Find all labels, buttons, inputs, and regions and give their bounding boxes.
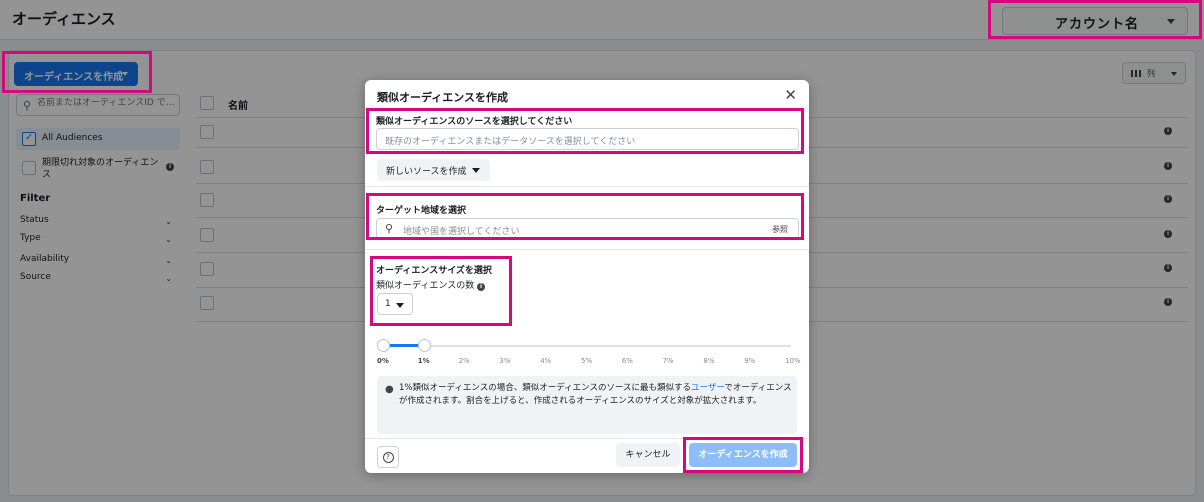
tip-box: ● 1%類似オーディエンスの場合、類似オーディエンスのソースに最も類似するユーザ… xyxy=(377,376,797,434)
size-section-label: オーディエンスサイズを選択 xyxy=(376,266,492,276)
slider-tick-label: 7% xyxy=(662,357,674,365)
slider-tick-label: 3% xyxy=(499,357,511,365)
slider-tick-label: 10% xyxy=(785,357,801,365)
close-icon[interactable]: ✕ xyxy=(784,86,797,104)
slider-tick-label: 5% xyxy=(581,357,593,365)
source-input[interactable]: 既存のオーディエンスまたはデータソースを選択してください xyxy=(376,128,799,150)
source-section-label: 類似オーディエンスのソースを選択してください xyxy=(376,117,573,127)
new-source-label: 新しいソースを作成 xyxy=(386,167,467,177)
slider-tick-label: 9% xyxy=(744,357,756,365)
location-section-label: ターゲット地域を選択 xyxy=(376,206,467,216)
size-slider-track[interactable] xyxy=(383,345,791,347)
modal-title: 類似オーディエンスを作成 xyxy=(377,91,509,104)
location-input[interactable]: ⚲ 地域や国を選択してください 参照 xyxy=(376,218,799,240)
count-value: 1 xyxy=(385,299,391,309)
browse-link[interactable]: 参照 xyxy=(772,224,788,235)
count-label-text: 類似オーディエンスの数 xyxy=(376,281,475,291)
tip-text-before: 1%類似オーディエンスの場合、類似オーディエンスのソースに最も類似する xyxy=(399,383,692,393)
slider-tick-label: 4% xyxy=(540,357,552,365)
create-lookalike-button[interactable]: オーディエンスを作成 xyxy=(689,443,797,467)
slider-end-handle[interactable] xyxy=(418,339,431,352)
slider-tick-label: 6% xyxy=(621,357,633,365)
slider-tick-label: 1% xyxy=(417,357,430,365)
new-source-button[interactable]: 新しいソースを作成 xyxy=(377,159,490,181)
lookalike-modal: 類似オーディエンスを作成 ✕ 類似オーディエンスのソースを選択してください 既存… xyxy=(365,80,809,473)
lightbulb-icon: ● xyxy=(385,384,394,395)
count-label: 類似オーディエンスの数 i xyxy=(376,278,486,291)
modal-divider xyxy=(365,186,809,187)
tip-link[interactable]: ユーザー xyxy=(691,383,724,393)
caret-down-icon xyxy=(396,303,404,308)
location-placeholder: 地域や国を選択してください xyxy=(403,227,520,237)
slider-tick-label: 8% xyxy=(703,357,715,365)
slider-start-handle[interactable] xyxy=(377,339,390,352)
cancel-button[interactable]: キャンセル xyxy=(616,443,680,467)
info-icon[interactable]: i xyxy=(477,283,486,291)
count-select[interactable]: 1 xyxy=(377,293,413,315)
question-icon: ? xyxy=(382,452,394,463)
slider-tick-label: 0% xyxy=(377,357,389,365)
modal-divider xyxy=(365,438,809,439)
tip-text: 1%類似オーディエンスの場合、類似オーディエンスのソースに最も類似するユーザーで… xyxy=(399,382,793,408)
help-button[interactable]: ? xyxy=(377,446,399,468)
slider-tick-label: 2% xyxy=(458,357,470,365)
caret-down-icon xyxy=(472,168,480,173)
source-placeholder: 既存のオーディエンスまたはデータソースを選択してください xyxy=(385,137,636,147)
modal-divider xyxy=(365,108,809,109)
search-icon: ⚲ xyxy=(385,222,394,235)
modal-divider xyxy=(365,249,809,250)
